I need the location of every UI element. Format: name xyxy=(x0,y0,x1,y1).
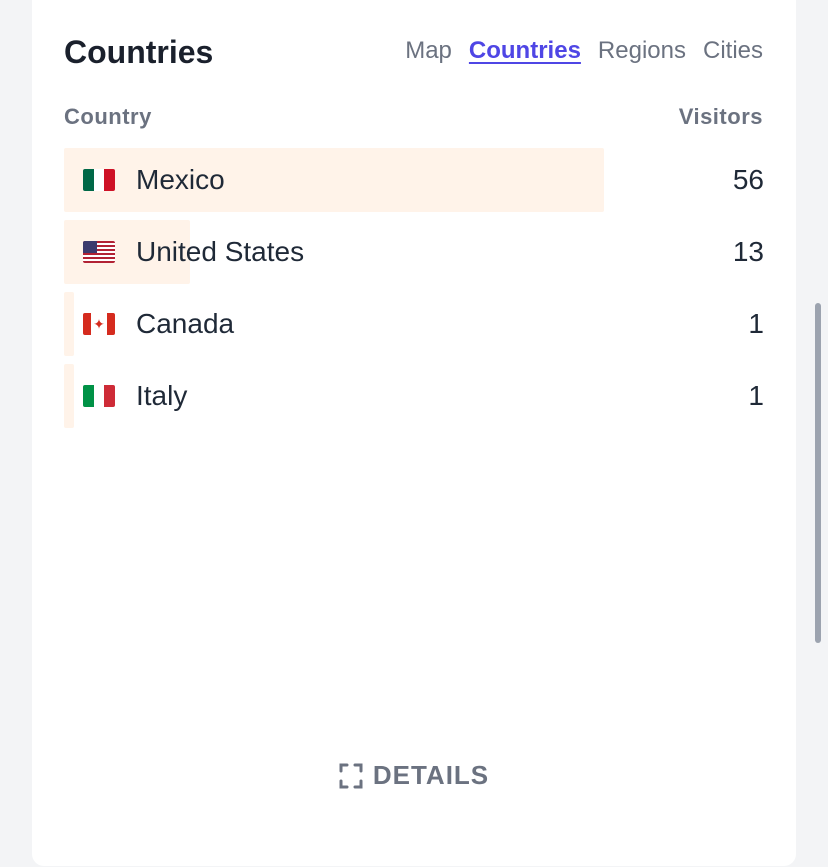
visitor-count: 56 xyxy=(732,164,764,195)
scrollbar[interactable] xyxy=(815,303,821,643)
tab-countries[interactable]: Countries xyxy=(469,37,581,65)
list-item[interactable]: Italy 1 xyxy=(64,364,764,428)
view-tabs: Map Countries Regions Cities xyxy=(405,37,763,65)
visitor-count: 1 xyxy=(748,380,764,411)
list-item[interactable]: Mexico 56 xyxy=(64,148,764,212)
flag-mexico-icon xyxy=(83,169,115,191)
visitor-count: 13 xyxy=(732,236,764,267)
tab-regions[interactable]: Regions xyxy=(598,37,686,65)
list-item[interactable]: United States 13 xyxy=(64,220,764,284)
tab-map[interactable]: Map xyxy=(405,37,452,65)
country-name: Italy xyxy=(136,380,188,411)
flag-italy-icon xyxy=(83,385,115,407)
flag-united-states-icon xyxy=(83,241,115,263)
card-title: Countries xyxy=(64,34,214,70)
visitor-share-bar xyxy=(64,292,74,356)
country-list: Mexico 56 United States 13 ✦ Canada 1 It… xyxy=(64,148,764,436)
details-label: DETAILS xyxy=(372,760,490,790)
country-column-header: Country xyxy=(64,104,152,129)
expand-icon xyxy=(339,763,363,788)
tab-cities[interactable]: Cities xyxy=(703,37,763,65)
visitor-count: 1 xyxy=(748,308,764,339)
visitors-column-header: Visitors xyxy=(678,104,763,129)
countries-card: Countries Map Countries Regions Cities C… xyxy=(32,0,796,866)
country-name: Canada xyxy=(136,308,235,339)
country-name: United States xyxy=(136,236,305,267)
flag-canada-icon: ✦ xyxy=(83,313,115,335)
country-name: Mexico xyxy=(136,164,225,195)
visitor-share-bar xyxy=(64,364,74,428)
details-button[interactable]: DETAILS xyxy=(32,760,796,791)
list-item[interactable]: ✦ Canada 1 xyxy=(64,292,764,356)
